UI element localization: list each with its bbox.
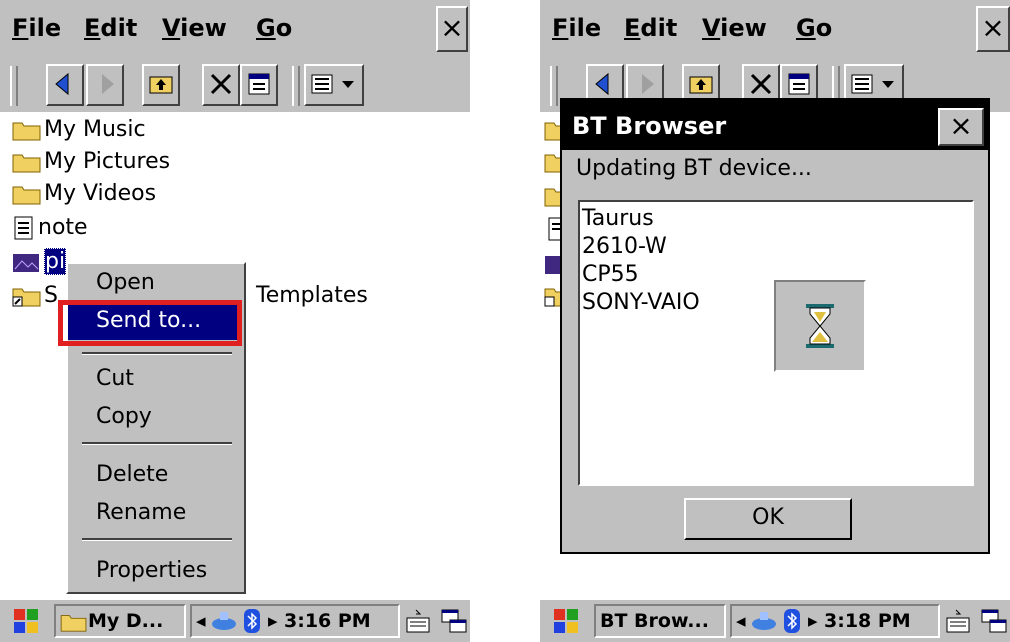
menu-item-copy[interactable]: Copy <box>96 404 152 429</box>
right-screen: File Edit View Go × BT Browser × Updatin… <box>540 0 1010 642</box>
tray-arrow-right-icon[interactable]: ▸ <box>808 606 818 636</box>
network-icon[interactable] <box>210 610 238 632</box>
image-file-icon <box>13 254 39 272</box>
forward-button[interactable] <box>86 64 124 106</box>
folder-icon <box>12 154 41 173</box>
properties-icon <box>788 73 810 95</box>
folder-icon <box>12 186 41 205</box>
up-folder-icon <box>149 76 173 94</box>
list-item[interactable]: My Pictures <box>12 146 170 178</box>
list-item[interactable]: note <box>12 212 88 244</box>
folder-icon <box>60 614 87 632</box>
menu-item-delete[interactable]: Delete <box>96 462 168 487</box>
menu-file[interactable]: File <box>12 14 61 42</box>
dialog-title: BT Browser <box>562 100 988 150</box>
tray-arrow-left-icon[interactable]: ◂ <box>196 606 206 636</box>
menu-item-properties[interactable]: Properties <box>96 558 207 583</box>
list-item[interactable]: My Music <box>12 114 146 146</box>
list-item[interactable]: My Videos <box>12 178 156 210</box>
up-folder-icon <box>689 76 713 94</box>
up-folder-button[interactable] <box>142 64 180 106</box>
properties-button[interactable] <box>240 64 278 106</box>
clock[interactable]: 3:18 PM <box>824 606 911 636</box>
menu-edit[interactable]: Edit <box>624 14 677 42</box>
left-screen: File Edit View Go × My Music My Pictures… <box>0 0 470 642</box>
list-item-selected[interactable]: pi <box>12 246 67 278</box>
device-item[interactable]: 2610-W <box>582 234 667 259</box>
menu-view[interactable]: View <box>702 14 767 42</box>
menu-file[interactable]: File <box>552 14 601 42</box>
taskbar-app-button[interactable]: My D... <box>54 604 186 638</box>
shortcut-folder-icon <box>12 288 41 307</box>
system-tray: ◂ ▸ 3:18 PM <box>730 604 940 638</box>
bt-browser-dialog: BT Browser × Updating BT device... Tauru… <box>560 98 990 554</box>
taskbar-app-button[interactable]: BT Brow... <box>594 604 726 638</box>
desktop-windows-icon[interactable] <box>980 606 1008 636</box>
close-button[interactable]: × <box>436 6 468 52</box>
ok-button[interactable]: OK <box>684 498 852 540</box>
menu-edit[interactable]: Edit <box>84 14 137 42</box>
windows-start-icon[interactable] <box>10 606 42 636</box>
network-icon[interactable] <box>750 610 778 632</box>
device-list[interactable]: Taurus 2610-W CP55 SONY-VAIO <box>578 200 974 486</box>
delete-button[interactable] <box>202 64 240 106</box>
bluetooth-icon[interactable] <box>242 608 262 634</box>
taskbar: BT Brow... ◂ ▸ 3:18 PM <box>540 598 1010 642</box>
bluetooth-icon[interactable] <box>782 608 802 634</box>
menu-bar: File Edit View Go × <box>540 0 1010 60</box>
folder-icon <box>12 122 41 141</box>
list-view-icon <box>311 74 354 94</box>
menu-item-rename[interactable]: Rename <box>96 500 186 525</box>
view-mode-dropdown[interactable] <box>304 64 364 106</box>
list-view-icon <box>851 74 894 94</box>
menu-item-cut[interactable]: Cut <box>96 366 134 391</box>
dialog-close-button[interactable]: × <box>938 108 984 146</box>
menu-go[interactable]: Go <box>256 14 292 42</box>
menu-bar: File Edit View Go × <box>0 0 470 60</box>
text-document-icon <box>14 216 33 240</box>
menu-item-open[interactable]: Open <box>96 270 155 295</box>
tray-arrow-left-icon[interactable]: ◂ <box>736 606 746 636</box>
hourglass-icon <box>806 304 834 348</box>
keyboard-icon[interactable] <box>944 606 972 636</box>
clock[interactable]: 3:16 PM <box>284 606 371 636</box>
toolbar-grip-2[interactable] <box>292 66 300 106</box>
hourglass-wait-indicator <box>774 280 866 372</box>
toolbar-grip[interactable] <box>10 66 18 106</box>
device-item[interactable]: Taurus <box>582 206 654 231</box>
back-arrow-icon <box>55 72 69 96</box>
taskbar: My D... ◂ ▸ 3:16 PM <box>0 598 470 642</box>
toolbar-grip[interactable] <box>550 66 558 106</box>
desktop-windows-icon[interactable] <box>440 606 468 636</box>
menu-separator <box>82 352 232 355</box>
list-item-label-templates[interactable]: Templates <box>256 280 368 312</box>
delete-x-icon <box>750 73 772 95</box>
menu-go[interactable]: Go <box>796 14 832 42</box>
toolbar <box>0 60 470 112</box>
device-item[interactable]: CP55 <box>582 262 639 287</box>
dialog-status-text: Updating BT device... <box>576 156 812 181</box>
properties-icon <box>248 73 270 95</box>
close-button[interactable]: × <box>976 6 1010 52</box>
delete-x-icon <box>210 73 232 95</box>
keyboard-icon[interactable] <box>404 606 432 636</box>
forward-arrow-icon <box>102 74 114 94</box>
device-item[interactable]: SONY-VAIO <box>582 290 700 315</box>
menu-separator <box>82 538 232 541</box>
back-arrow-icon <box>595 72 609 96</box>
highlight-box <box>58 300 242 346</box>
system-tray: ◂ ▸ 3:16 PM <box>190 604 400 638</box>
windows-start-icon[interactable] <box>550 606 582 636</box>
menu-separator <box>82 442 232 445</box>
back-button[interactable] <box>46 64 84 106</box>
menu-view[interactable]: View <box>162 14 227 42</box>
list-item[interactable]: S <box>12 280 58 312</box>
forward-arrow-icon <box>642 74 654 94</box>
tray-arrow-right-icon[interactable]: ▸ <box>268 606 278 636</box>
